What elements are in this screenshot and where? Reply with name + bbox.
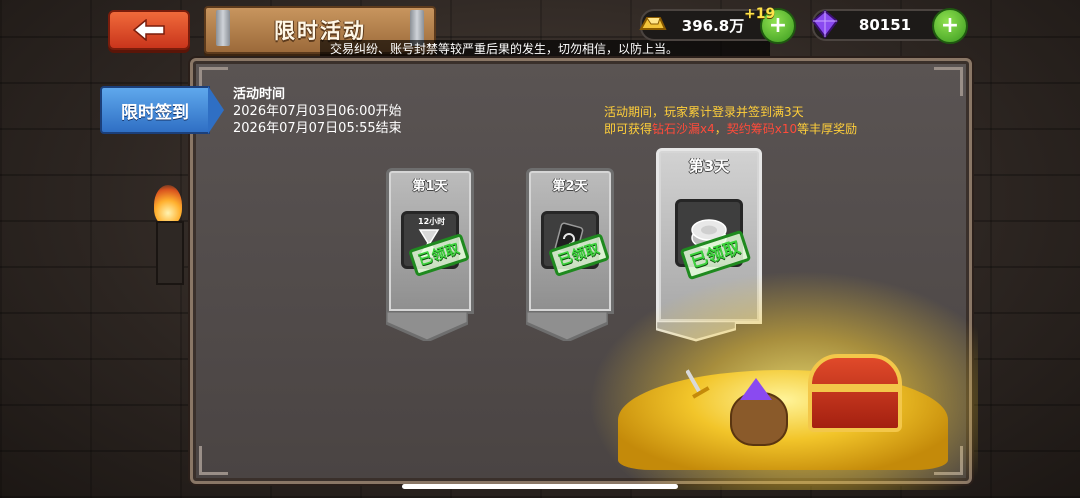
gem-currency: 80151 +: [811, 8, 968, 44]
notice-marquee: 交易纠纷、账号封禁等较严重后果的发生，切勿相信，以防上当。: [320, 40, 770, 58]
tab-limited-checkin[interactable]: 限时签到: [100, 86, 224, 134]
desc-prefix: 即可获得: [604, 122, 653, 136]
event-time-info: 活动时间 2026年07月03日06:00开始 2026年07月07日05:55…: [233, 86, 402, 137]
event-end-time: 2026年07月07日05:55结束: [233, 121, 402, 136]
banner-tail-icon: [386, 311, 468, 341]
event-description: 活动期间，玩家累计登录并签到满3天 即可获得钻石沙漏x4，契约筹码x10等丰厚奖…: [604, 104, 857, 138]
loot-bag-icon: [730, 392, 788, 446]
reward-contract-chips: 契约筹码x10: [726, 122, 798, 136]
event-time-heading: 活动时间: [233, 87, 286, 102]
back-button[interactable]: [108, 10, 190, 50]
day-1-card[interactable]: 第1天 12小时 已领取: [386, 168, 474, 341]
day-1-label: 第1天: [412, 179, 448, 194]
reward-diamond-hourglass: 钻石沙漏x4: [652, 122, 715, 136]
panel-corner: [934, 67, 963, 96]
arrow-left-icon: [132, 19, 165, 41]
gold-ingot-icon: [639, 17, 667, 30]
purple-crystal-icon: [740, 378, 772, 400]
day-1-item-caption: 12小时: [418, 217, 446, 226]
day-2-label: 第2天: [552, 179, 588, 194]
desc-suffix: 等丰厚奖励: [797, 122, 858, 136]
gem-value: 80151: [858, 16, 912, 34]
event-start-time: 2026年07月03日06:00开始: [233, 104, 402, 119]
event-desc-line1: 活动期间，玩家累计登录并签到满3天: [604, 105, 804, 119]
day-3-label: 第3天: [688, 157, 730, 175]
add-gem-button[interactable]: +: [932, 8, 968, 44]
panel-corner: [199, 446, 228, 475]
sword-icon: [686, 369, 710, 399]
treasure-chest-icon: [808, 354, 902, 432]
desc-separator: ，: [714, 122, 727, 136]
gold-bonus: +19: [744, 6, 776, 22]
gold-value: 396.8万: [681, 16, 745, 35]
home-indicator[interactable]: [402, 484, 678, 489]
torch-left: [150, 185, 186, 285]
tab-label: 限时签到: [121, 102, 189, 123]
event-desc-line2: 即可获得钻石沙漏x4，契约筹码x10等丰厚奖励: [604, 121, 857, 138]
plank-bolt-icon: [216, 10, 230, 46]
purple-gem-icon: [811, 9, 839, 39]
treasure-pile: [588, 270, 978, 490]
